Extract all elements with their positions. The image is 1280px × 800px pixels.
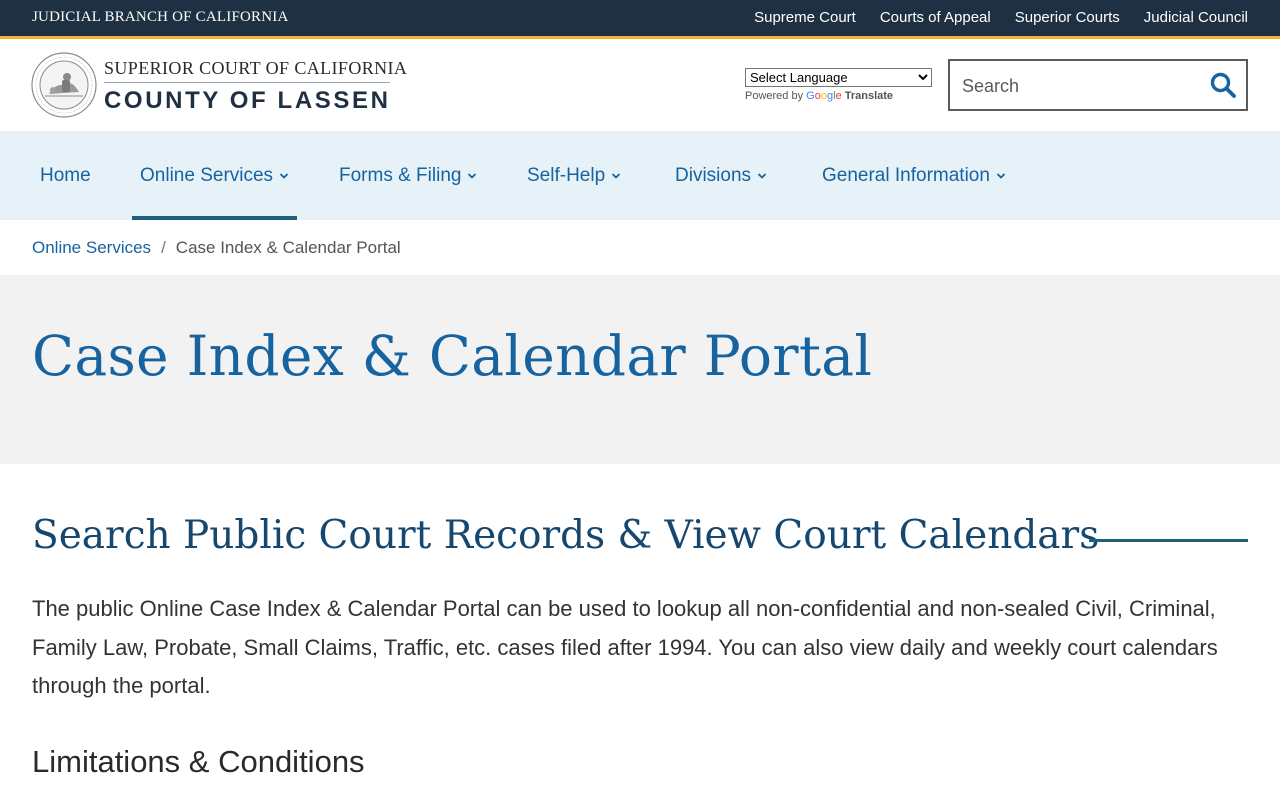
section-title: Search Public Court Records & View Court… [32,513,1100,558]
brand-line-county: COUNTY OF LASSEN [104,87,391,114]
search-input[interactable] [962,73,1192,99]
breadcrumb-current: Case Index & Calendar Portal [175,238,401,257]
powered-by-text: Powered by [745,90,804,102]
top-links: Supreme Court Courts of Appeal Superior … [754,9,1248,26]
top-link-judicial-council[interactable]: Judicial Council [1144,9,1248,26]
breadcrumb-separator: / [161,238,166,257]
page-title: Case Index & Calendar Portal [32,324,873,388]
nav-self-help-label: Self-Help [527,164,606,186]
nav-divisions[interactable]: Divisions [675,131,767,220]
breadcrumb: Online Services / Case Index & Calendar … [32,238,401,258]
nav-general-information-label: General Information [822,164,990,186]
nav-online-services[interactable]: Online Services [131,131,298,220]
limitations-heading: Limitations & Conditions [32,744,365,779]
breadcrumb-online-services[interactable]: Online Services [32,238,151,258]
nav-home[interactable]: Home [40,131,91,220]
top-link-superior-courts[interactable]: Superior Courts [1015,9,1120,26]
top-link-courts-of-appeal[interactable]: Courts of Appeal [880,9,991,26]
judicial-branch-bar: JUDICIAL BRANCH OF CALIFORNIA Supreme Co… [0,0,1280,36]
main-navigation: Home Online Services Forms & Filing Self… [0,131,1280,220]
chevron-down-icon [612,172,621,179]
nav-self-help[interactable]: Self-Help [527,131,621,220]
chevron-down-icon [468,172,477,179]
nav-general-information[interactable]: General Information [822,131,1006,220]
chevron-down-icon [757,172,767,179]
brand-divider [104,82,390,83]
nav-forms-filing[interactable]: Forms & Filing [339,131,477,220]
google-logo-text[interactable]: Google [806,90,842,102]
nav-online-services-label: Online Services [140,164,274,186]
search-button[interactable] [1208,71,1238,101]
chevron-down-icon [996,172,1006,179]
page-hero: Case Index & Calendar Portal [0,275,1280,464]
top-link-supreme-court[interactable]: Supreme Court [754,9,856,26]
judicial-branch-title: JUDICIAL BRANCH OF CALIFORNIA [32,9,289,25]
intro-paragraph: The public Online Case Index & Calendar … [32,596,1218,698]
site-header: SUPERIOR COURT OF CALIFORNIA COUNTY OF L… [0,39,1280,131]
section-title-rule [1089,539,1248,542]
nav-home-label: Home [40,164,91,186]
translate-text: Translate [844,90,894,102]
site-search [948,59,1248,111]
court-seal-icon [31,52,97,118]
search-icon [1210,72,1236,98]
brand-line-court: SUPERIOR COURT OF CALIFORNIA [104,58,408,78]
google-translate-credit: Powered by Google Translate [745,90,893,102]
language-select[interactable]: Select Language [745,68,932,87]
nav-divisions-label: Divisions [675,164,752,186]
nav-forms-filing-label: Forms & Filing [339,164,462,186]
language-selector: Select Language [745,68,932,87]
chevron-down-icon [279,172,289,179]
